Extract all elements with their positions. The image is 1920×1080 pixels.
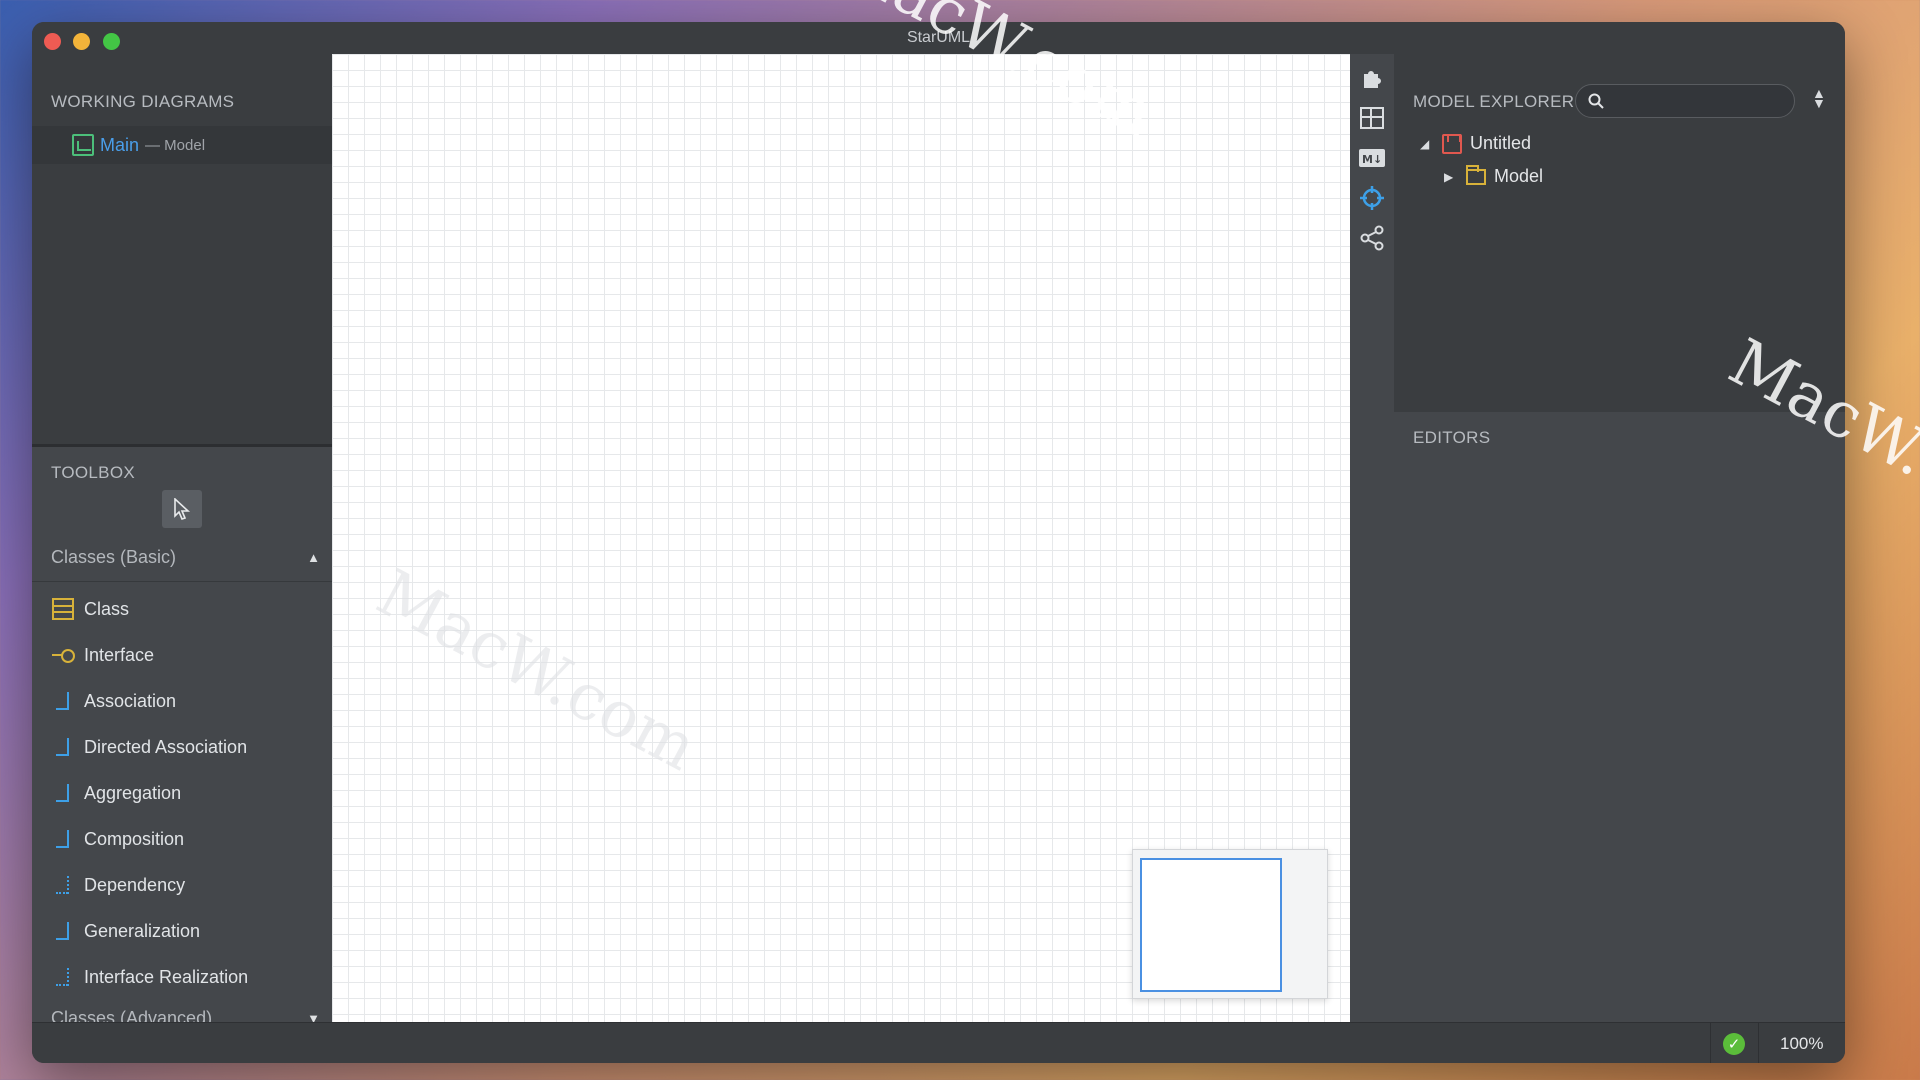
tree-item-untitled[interactable]: ◢ Untitled	[1420, 133, 1531, 154]
tool-label: Class	[84, 598, 130, 619]
status-divider	[1710, 1023, 1711, 1063]
svg-text:M↓: M↓	[1362, 153, 1382, 166]
association-icon	[52, 690, 74, 712]
group-label: Classes (Basic)	[51, 547, 177, 567]
tool-label: Interface Realization	[84, 966, 249, 987]
tool-label: Association	[84, 690, 177, 711]
title-bar: StarUML	[32, 22, 1845, 54]
dependency-icon	[52, 874, 74, 896]
side-icon-bar: M↓	[1350, 54, 1394, 1022]
minimap[interactable]	[1132, 849, 1328, 999]
share-icon	[1360, 225, 1384, 251]
app-window: StarUML WORKING DIAGRAMS Main — Model TO…	[32, 22, 1845, 1063]
model-search-field[interactable]	[1575, 84, 1795, 118]
tool-association[interactable]: Association	[32, 678, 332, 724]
tree-expanded-arrow-icon[interactable]: ◢	[1420, 137, 1434, 151]
composition-icon	[52, 828, 74, 850]
directed-association-icon	[52, 736, 74, 758]
markdown-button[interactable]: M↓	[1358, 144, 1386, 172]
tool-aggregation[interactable]: Aggregation	[32, 770, 332, 816]
select-pointer-button[interactable]	[162, 490, 202, 528]
editors-header: EDITORS	[1413, 428, 1491, 447]
tool-label: Generalization	[84, 920, 201, 941]
tool-label: Directed Association	[84, 736, 248, 757]
tool-label: Dependency	[84, 874, 186, 895]
project-cube-icon	[1442, 133, 1462, 154]
working-diagram-item-main[interactable]: Main — Model	[32, 126, 332, 164]
tool-label: Interface	[84, 644, 155, 665]
window-title: StarUML	[906, 29, 971, 46]
diagram-canvas[interactable]: MacW.com	[332, 54, 1350, 1022]
tool-composition[interactable]: Composition	[32, 816, 332, 862]
minimap-viewport[interactable]	[1140, 858, 1282, 992]
layout-icon	[1360, 107, 1384, 129]
tool-label: Composition	[84, 828, 185, 849]
tool-dependency[interactable]: Dependency	[32, 862, 332, 908]
watermark-canvas: MacW.com	[365, 556, 709, 786]
toolbox: TOOLBOX Classes (Basic) ▲ Class Interfac…	[32, 447, 332, 1043]
validation-ok-icon[interactable]: ✓	[1723, 1033, 1745, 1055]
layout-button[interactable]	[1358, 104, 1386, 132]
working-diagrams-header: WORKING DIAGRAMS	[51, 92, 235, 111]
collapse-up-icon: ▲	[307, 550, 320, 565]
tool-generalization[interactable]: Generalization	[32, 908, 332, 954]
tree-collapsed-arrow-icon[interactable]: ▶	[1444, 170, 1458, 184]
status-bar: ✓ 100%	[32, 1022, 1845, 1063]
model-explorer-header: MODEL EXPLORER	[1413, 92, 1575, 111]
class-icon	[52, 598, 74, 620]
tree-label: Untitled	[1470, 133, 1532, 153]
class-diagram-icon	[72, 134, 94, 156]
tool-label: Aggregation	[84, 782, 182, 803]
crosshair-icon	[1360, 186, 1384, 210]
toolbox-group-classes-basic[interactable]: Classes (Basic) ▲	[32, 534, 332, 582]
diagram-name: Main	[100, 134, 140, 155]
interface-icon	[52, 644, 75, 666]
sort-icon: ▲ ▼	[1812, 85, 1826, 111]
tree-label: Model	[1494, 166, 1544, 186]
extensions-button[interactable]	[1358, 64, 1386, 92]
status-divider	[1758, 1023, 1759, 1063]
generalization-icon	[52, 920, 74, 942]
markdown-icon: M↓	[1359, 149, 1385, 167]
tool-interface[interactable]: Interface	[32, 632, 332, 678]
editors-panel: EDITORS	[1394, 412, 1845, 1022]
tool-class[interactable]: Class	[32, 586, 332, 632]
sort-button[interactable]: ▲ ▼	[1812, 85, 1826, 111]
zoom-level[interactable]: 100%	[1780, 1034, 1823, 1054]
left-panel: WORKING DIAGRAMS Main — Model TOOLBOX Cl…	[32, 54, 332, 1043]
toolbox-header: TOOLBOX	[51, 463, 135, 482]
right-panel: MODEL EXPLORER ▲ ▼ ◢ Untitled ▶ Model EDI…	[1394, 54, 1845, 1022]
search-icon	[1588, 93, 1604, 109]
share-button[interactable]	[1358, 224, 1386, 252]
diagram-context: — Model	[145, 136, 206, 154]
extensions-icon	[1364, 71, 1381, 88]
interface-realization-icon	[52, 966, 74, 988]
tool-directed-association[interactable]: Directed Association	[32, 724, 332, 770]
aggregation-icon	[52, 782, 74, 804]
locate-button[interactable]	[1358, 184, 1386, 212]
search-input[interactable]	[1610, 92, 1780, 110]
model-folder-icon	[1466, 164, 1486, 185]
tree-item-model[interactable]: ▶ Model	[1444, 164, 1544, 187]
pointer-icon	[174, 498, 191, 520]
tool-interface-realization[interactable]: Interface Realization	[32, 954, 332, 1000]
